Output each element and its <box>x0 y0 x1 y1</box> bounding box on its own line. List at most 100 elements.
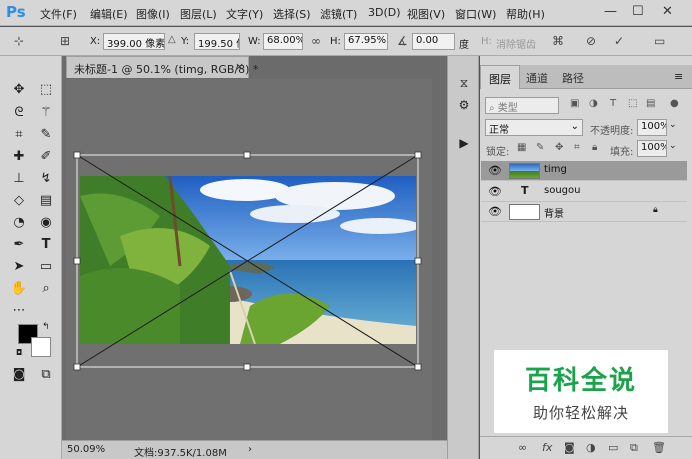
fill-label: 填充: <box>610 147 634 158</box>
new-group-icon[interactable]: ▭ <box>608 441 618 454</box>
relative-position-icon[interactable]: △ <box>168 34 176 45</box>
transform-tool-icon[interactable]: ⊹ <box>14 34 24 48</box>
rectangle-tool-icon[interactable]: ▭ <box>37 258 55 276</box>
menu-filter[interactable]: 滤镜(T) <box>320 6 357 22</box>
visibility-eye-icon[interactable]: 👁︎ <box>488 185 502 198</box>
menu-type[interactable]: 文字(Y) <box>226 6 263 22</box>
brush-icon[interactable]: ✐ <box>37 148 55 166</box>
menu-layer[interactable]: 图层(L) <box>180 6 217 22</box>
fill-input[interactable]: 100% <box>637 140 667 157</box>
pen-icon[interactable]: ✒ <box>10 236 28 254</box>
layer-name: sougou <box>544 185 581 196</box>
filter-type-icon[interactable]: T <box>610 98 616 109</box>
cancel-transform-icon[interactable]: ⊘ <box>586 34 596 48</box>
blur-icon[interactable]: ◔ <box>10 214 28 232</box>
adjustment-layer-icon[interactable]: ◑ <box>586 441 596 454</box>
close-window-button[interactable]: ✕ <box>662 4 673 19</box>
menu-window[interactable]: 窗口(W) <box>455 6 496 22</box>
status-arrow-icon[interactable]: › <box>248 444 252 455</box>
commit-transform-icon[interactable]: ✓ <box>614 34 624 48</box>
properties-panel-icon[interactable]: ⚙ <box>456 98 472 114</box>
height-input[interactable]: 67.95% <box>344 33 388 50</box>
reference-point-icon[interactable]: ⊞ <box>60 34 70 48</box>
type-tool-icon[interactable]: T <box>37 236 55 254</box>
tab-channels[interactable]: 通道 <box>518 65 556 89</box>
dodge-icon[interactable]: ◉ <box>37 214 55 232</box>
filter-shape-icon[interactable]: ⬚ <box>628 98 637 109</box>
path-selection-icon[interactable]: ➤ <box>10 258 28 276</box>
maximize-button[interactable]: ☐ <box>632 4 644 19</box>
layer-filter-select[interactable]: ⌕ 类型 <box>485 97 559 114</box>
lock-artboard-icon[interactable]: ⌗ <box>574 142 580 153</box>
zoom-level[interactable]: 50.09% <box>67 444 105 455</box>
filter-toggle-icon[interactable]: ● <box>670 98 679 109</box>
layer-row-background[interactable]: 👁︎ 背景 🔒︎ <box>481 202 687 222</box>
layer-thumbnail <box>509 163 540 179</box>
menu-3d[interactable]: 3D(D) <box>368 6 401 19</box>
filter-adjustment-icon[interactable]: ◑ <box>589 98 598 109</box>
swap-colors-icon[interactable]: ↰ <box>42 322 50 332</box>
history-panel-icon[interactable]: ⧖ <box>456 76 472 92</box>
filter-pixel-icon[interactable]: ▣ <box>570 98 579 109</box>
screen-mode-icon[interactable]: ⧉ <box>37 366 55 384</box>
link-icon[interactable]: ∞ <box>311 34 321 48</box>
transform-bounding-box[interactable] <box>70 148 430 374</box>
menu-image[interactable]: 图像(I) <box>136 6 170 22</box>
warp-icon[interactable]: ⌘ <box>552 34 564 48</box>
menu-edit[interactable]: 编辑(E) <box>90 6 128 22</box>
eyedropper-icon[interactable]: ✎ <box>37 126 55 144</box>
new-layer-icon[interactable]: ⧉ <box>630 441 638 455</box>
menu-view[interactable]: 视图(V) <box>407 6 445 22</box>
lock-all-icon[interactable]: 🔒︎ <box>592 142 597 153</box>
layer-row-sougou[interactable]: 👁︎ T sougou <box>481 182 687 202</box>
tab-paths[interactable]: 路径 <box>554 65 592 89</box>
hand-icon[interactable]: ✋ <box>10 280 28 298</box>
y-input[interactable]: 199.50 像素 <box>194 33 240 50</box>
move-icon[interactable]: ✥ <box>10 81 28 99</box>
minimize-button[interactable]: — <box>604 4 617 19</box>
opacity-input[interactable]: 100% <box>637 119 667 136</box>
width-input[interactable]: 68.00% <box>263 33 303 50</box>
opacity-chevron-icon[interactable]: ⌄ <box>669 120 677 130</box>
lock-transparency-icon[interactable]: ▦ <box>517 142 526 153</box>
zoom-icon[interactable]: ⌕ <box>37 280 55 298</box>
panel-dock-strip: ⧖ ⚙ ▶ <box>447 56 479 459</box>
history-brush-icon[interactable]: ↯ <box>37 170 55 188</box>
workspace-icon[interactable]: ▭ <box>654 34 665 48</box>
x-input[interactable]: 399.00 像素 <box>103 33 165 50</box>
h-skew-label: H: <box>481 36 492 47</box>
blend-mode-select[interactable]: 正常 ⌄ <box>485 119 583 136</box>
crop-icon[interactable]: ⌗ <box>10 126 28 144</box>
filter-smart-icon[interactable]: ▤ <box>646 98 655 109</box>
lock-position-icon[interactable]: ✥ <box>555 142 563 153</box>
background-color-swatch[interactable] <box>31 337 51 357</box>
play-actions-icon[interactable]: ▶ <box>456 136 472 152</box>
tab-layers[interactable]: 图层 <box>480 65 520 89</box>
angle-input[interactable]: 0.00 <box>412 33 455 50</box>
delete-layer-icon[interactable]: 🗑︎ <box>652 441 666 454</box>
quick-mask-icon[interactable]: ◙ <box>10 366 28 384</box>
marquee-icon[interactable]: ⬚ <box>37 81 55 99</box>
close-document-icon[interactable]: × <box>235 60 244 73</box>
menu-select[interactable]: 选择(S) <box>273 6 311 22</box>
healing-brush-icon[interactable]: ✚ <box>10 148 28 166</box>
default-colors-icon[interactable]: ◘ <box>16 348 22 357</box>
visibility-eye-icon[interactable]: 👁︎ <box>488 164 502 177</box>
clone-stamp-icon[interactable]: ⊥ <box>10 170 28 188</box>
menu-help[interactable]: 帮助(H) <box>506 6 545 22</box>
menu-file[interactable]: 文件(F) <box>40 6 77 22</box>
lock-pixels-icon[interactable]: ✎ <box>536 142 544 153</box>
gradient-icon[interactable]: ▤ <box>37 192 55 210</box>
layer-style-icon[interactable]: fx <box>542 441 552 454</box>
magic-wand-icon[interactable]: ⚚ <box>37 104 55 122</box>
eraser-icon[interactable]: ◇ <box>10 192 28 210</box>
document-tab[interactable]: 未标题-1 @ 50.1% (timg, RGB/8) * × <box>66 56 258 78</box>
layer-mask-icon[interactable]: ◙ <box>564 441 575 454</box>
link-layers-icon[interactable]: ∞ <box>518 441 527 454</box>
fill-chevron-icon[interactable]: ⌄ <box>669 141 677 151</box>
layer-row-timg[interactable]: 👁︎ timg <box>481 161 687 181</box>
visibility-eye-icon[interactable]: 👁︎ <box>488 205 502 218</box>
panel-menu-icon[interactable]: ≡ <box>674 70 683 83</box>
lasso-icon[interactable]: ᘓ <box>10 104 28 122</box>
more-tools-icon[interactable]: ⋯ <box>10 302 28 320</box>
